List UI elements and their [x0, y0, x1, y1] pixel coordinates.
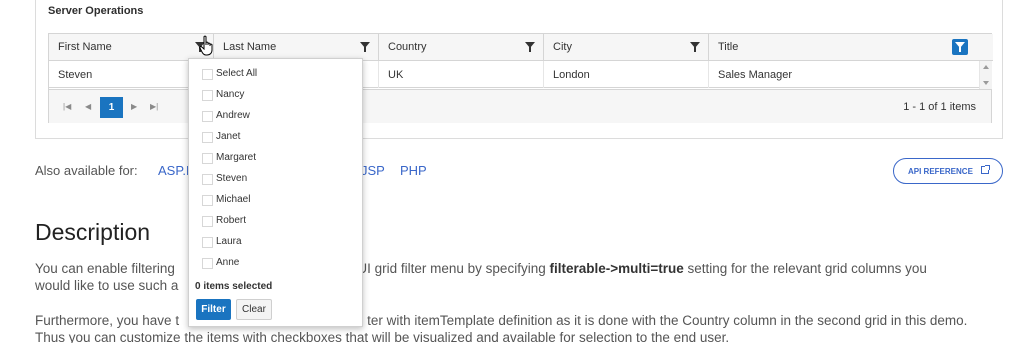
checkbox[interactable] — [202, 90, 213, 101]
checkbox[interactable] — [202, 216, 213, 227]
column-header-last-name[interactable]: Last Name — [214, 34, 379, 60]
first-page-icon[interactable]: |◀ — [63, 102, 71, 111]
column-header-first-name[interactable]: First Name — [49, 34, 214, 60]
link-php[interactable]: PHP — [400, 163, 427, 178]
filter-active-icon[interactable] — [952, 39, 968, 55]
column-header-label: Last Name — [223, 41, 277, 53]
current-page-button[interactable]: 1 — [100, 97, 123, 118]
grid-header: First Name Last Name Country City Title — [49, 34, 993, 61]
link-jsp[interactable]: JSP — [361, 163, 385, 178]
column-header-label: First Name — [58, 41, 112, 53]
description-paragraph-1: You can enable filtering do UI grid filt… — [35, 261, 927, 293]
api-reference-label: API REFERENCE — [908, 167, 973, 176]
checkbox[interactable] — [202, 195, 213, 206]
description-heading: Description — [35, 219, 151, 245]
scroll-down-icon[interactable] — [983, 81, 989, 85]
checkbox[interactable] — [202, 111, 213, 122]
pager-info: 1 - 1 of 1 items — [903, 101, 976, 113]
description-paragraph-2: Furthermore, you have t ter with itemTemp… — [35, 313, 968, 343]
checkbox[interactable] — [202, 174, 213, 185]
checkbox[interactable] — [202, 258, 213, 269]
panel-title: Server Operations — [48, 5, 144, 17]
prev-page-icon[interactable]: ◀ — [85, 102, 91, 111]
filter-icon[interactable] — [357, 39, 373, 55]
hand-cursor-icon — [199, 35, 213, 56]
checkbox[interactable] — [202, 132, 213, 143]
column-header-label: City — [553, 41, 572, 53]
cell-country: UK — [379, 61, 544, 88]
last-page-icon[interactable]: ▶| — [150, 102, 158, 111]
filter-button[interactable]: Filter — [196, 299, 231, 320]
external-link-icon — [981, 165, 990, 174]
column-header-label: Title — [718, 41, 739, 53]
filter-menu-popup: Select All Nancy Andrew Janet Margaret S… — [188, 58, 363, 327]
server-operations-panel: Server Operations First Name Last Name C… — [35, 0, 1003, 139]
column-header-label: Country — [388, 41, 427, 53]
scroll-up-icon[interactable] — [983, 65, 989, 69]
selected-count: 0 items selected — [195, 281, 273, 292]
clear-button[interactable]: Clear — [236, 299, 272, 320]
column-header-city[interactable]: City — [544, 34, 709, 60]
column-header-title[interactable]: Title — [709, 34, 993, 60]
cell-title: Sales Manager — [718, 69, 792, 81]
cell-city: London — [544, 61, 709, 88]
vertical-scrollbar[interactable] — [979, 61, 992, 89]
checkbox[interactable] — [202, 237, 213, 248]
also-available-label: Also available for: — [35, 163, 138, 178]
column-header-country[interactable]: Country — [379, 34, 544, 60]
checkbox[interactable] — [202, 69, 213, 80]
next-page-icon[interactable]: ▶ — [131, 102, 137, 111]
filter-icon[interactable] — [687, 39, 703, 55]
filter-icon[interactable] — [522, 39, 538, 55]
api-reference-button[interactable]: API REFERENCE — [893, 158, 1003, 184]
checkbox[interactable] — [202, 153, 213, 164]
